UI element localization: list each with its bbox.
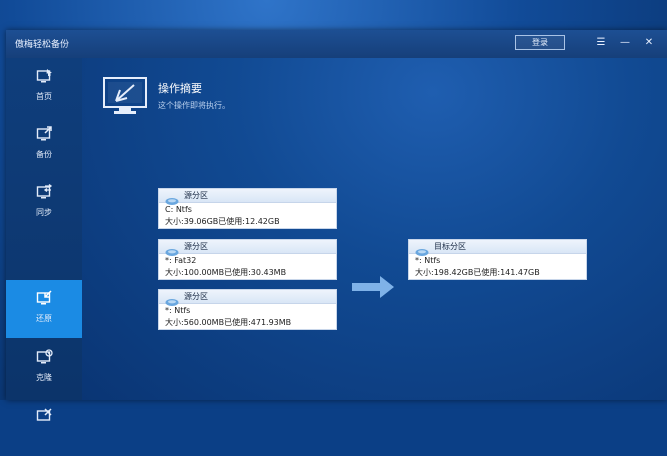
card-header-label: 源分区	[184, 292, 208, 301]
home-icon	[36, 68, 53, 85]
sidebar-item-label: 备份	[36, 150, 52, 159]
partition-name: *: Ntfs	[415, 256, 441, 265]
backup-icon	[36, 126, 53, 143]
sidebar-item-label: 还原	[36, 314, 52, 323]
app-window: 傲梅轻松备份 登录 ☰ — ✕ 首页 备份 同步 还原 克隆 操作摘要 这个操作…	[6, 30, 667, 421]
source-partition-card[interactable]: 源分区 *: Fat32 大小:100.00MB已使用:30.43MB	[158, 239, 337, 280]
partition-size: 大小:100.00MB已使用:30.43MB	[165, 268, 287, 277]
sidebar-item-home[interactable]: 首页	[6, 58, 82, 116]
card-header-label: 目标分区	[434, 242, 466, 251]
login-button[interactable]: 登录	[515, 35, 565, 50]
card-header-label: 源分区	[184, 242, 208, 251]
main-panel: 操作摘要 这个操作即将执行。 源分区 C: Ntfs 大小:39.06GB已使用…	[82, 58, 667, 400]
app-title: 傲梅轻松备份	[15, 40, 70, 50]
sidebar-item-sync[interactable]: 同步	[6, 174, 82, 232]
sidebar-item-label: 克隆	[36, 373, 52, 382]
summary-subtitle: 这个操作即将执行。	[158, 101, 230, 110]
minimize-icon[interactable]: —	[617, 35, 633, 51]
disk-icon	[165, 242, 179, 256]
sidebar-item-tools[interactable]	[6, 398, 82, 456]
partition-size: 大小:560.00MB已使用:471.93MB	[165, 318, 292, 327]
source-partition-card[interactable]: 源分区 *: Ntfs 大小:560.00MB已使用:471.93MB	[158, 289, 337, 330]
title-bar: 傲梅轻松备份 登录 ☰ — ✕	[6, 30, 667, 58]
monitor-icon	[102, 76, 148, 116]
card-header-label: 源分区	[184, 191, 208, 200]
disk-icon	[165, 292, 179, 306]
partition-name: C: Ntfs	[165, 205, 192, 214]
disk-icon	[165, 191, 179, 205]
arrow-right-icon	[352, 276, 394, 298]
sidebar: 首页 备份 同步 还原 克隆	[6, 58, 82, 421]
card-header: 源分区	[159, 290, 336, 306]
menu-icon[interactable]: ☰	[593, 35, 609, 51]
summary-title: 操作摘要	[158, 82, 202, 95]
sidebar-item-backup[interactable]: 备份	[6, 116, 82, 174]
sidebar-item-label: 同步	[36, 208, 52, 217]
disk-icon	[415, 242, 429, 256]
sidebar-item-clone[interactable]: 克隆	[6, 339, 82, 397]
target-partition-card[interactable]: 目标分区 *: Ntfs 大小:198.42GB已使用:141.47GB	[408, 239, 587, 280]
partition-size: 大小:39.06GB已使用:12.42GB	[165, 217, 280, 226]
card-header: 源分区	[159, 189, 336, 205]
clone-icon	[36, 349, 53, 366]
sidebar-item-restore[interactable]: 还原	[6, 280, 82, 338]
source-partition-card[interactable]: 源分区 C: Ntfs 大小:39.06GB已使用:12.42GB	[158, 188, 337, 229]
partition-name: *: Fat32	[165, 256, 197, 265]
partition-size: 大小:198.42GB已使用:141.47GB	[415, 268, 540, 277]
restore-icon	[36, 290, 53, 307]
sync-icon	[36, 184, 53, 201]
card-header: 目标分区	[409, 240, 586, 256]
close-icon[interactable]: ✕	[641, 35, 657, 51]
tools-icon	[36, 408, 53, 425]
sidebar-item-label: 首页	[36, 92, 52, 101]
partition-name: *: Ntfs	[165, 306, 191, 315]
card-header: 源分区	[159, 240, 336, 256]
